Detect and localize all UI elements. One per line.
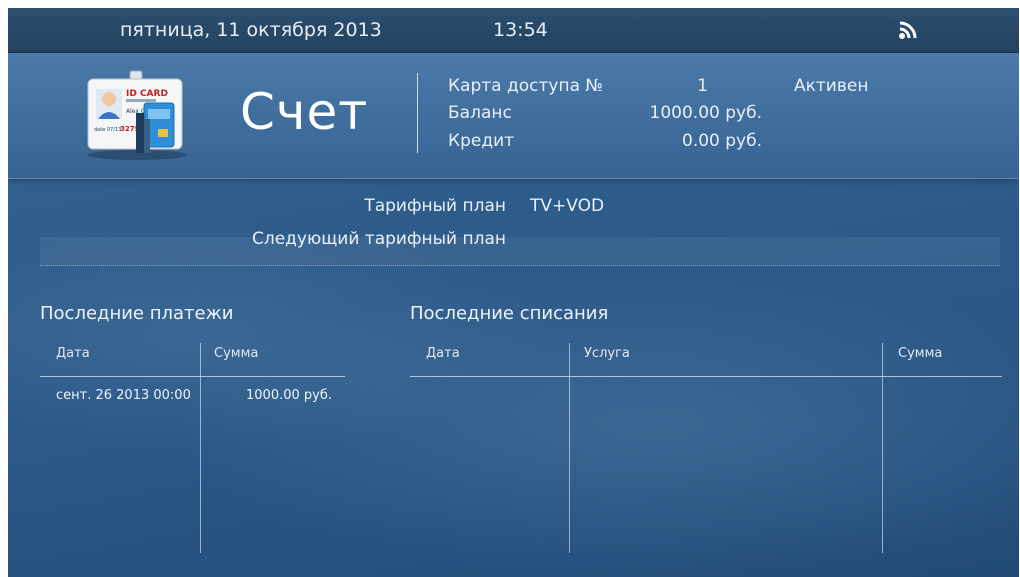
wifi-icon[interactable] [898,20,920,40]
status-time: 13:54 [493,19,548,41]
charges-header-divider [410,376,1002,377]
account-header: ID CARD Alex Gr date 07/13 3275 Счет Кар… [8,53,1019,179]
charges-col-date[interactable]: Дата [426,346,460,361]
status-bar: пятница, 11 октября 2013 13:54 [8,8,1019,53]
payment-row-amount: 1000.00 руб. [246,388,332,403]
account-screen: пятница, 11 октября 2013 13:54 ID CARD A… [8,8,1019,577]
access-card-label: Карта доступа № [448,76,604,96]
status-date: пятница, 11 октября 2013 [120,19,382,41]
credit-value: 0.00 руб. [682,131,762,151]
access-card-status: Активен [794,76,869,96]
charges-col-amount[interactable]: Сумма [898,346,942,361]
card-title-text: ID CARD [126,89,168,99]
tariff-plan-value: TV+VOD [530,196,605,216]
page-title: Счет [240,83,369,141]
next-tariff-plan-label: Следующий тарифный план [251,229,506,249]
payments-col-amount[interactable]: Сумма [214,346,258,361]
balance-value: 1000.00 руб. [649,103,762,123]
next-tariff-row [40,237,1000,266]
payment-row-date: сент. 26 2013 00:00 [56,388,191,403]
header-divider [417,73,418,153]
charges-column-divider-1 [569,343,570,553]
id-card-icon: ID CARD Alex Gr date 07/13 3275 [87,70,187,160]
payments-col-date[interactable]: Дата [56,346,90,361]
charges-column-divider-2 [882,343,883,553]
payments-header-divider [40,376,345,377]
charges-col-service[interactable]: Услуга [584,346,630,361]
credit-label: Кредит [448,131,515,151]
balance-label: Баланс [448,103,512,123]
payments-column-divider [200,343,201,553]
charges-title: Последние списания [410,303,609,324]
tariff-plan-label: Тарифный план [364,196,506,216]
access-card-value: 1 [697,76,708,96]
card-date-text: date 07/13 [94,127,121,133]
payments-title: Последние платежи [40,303,234,324]
